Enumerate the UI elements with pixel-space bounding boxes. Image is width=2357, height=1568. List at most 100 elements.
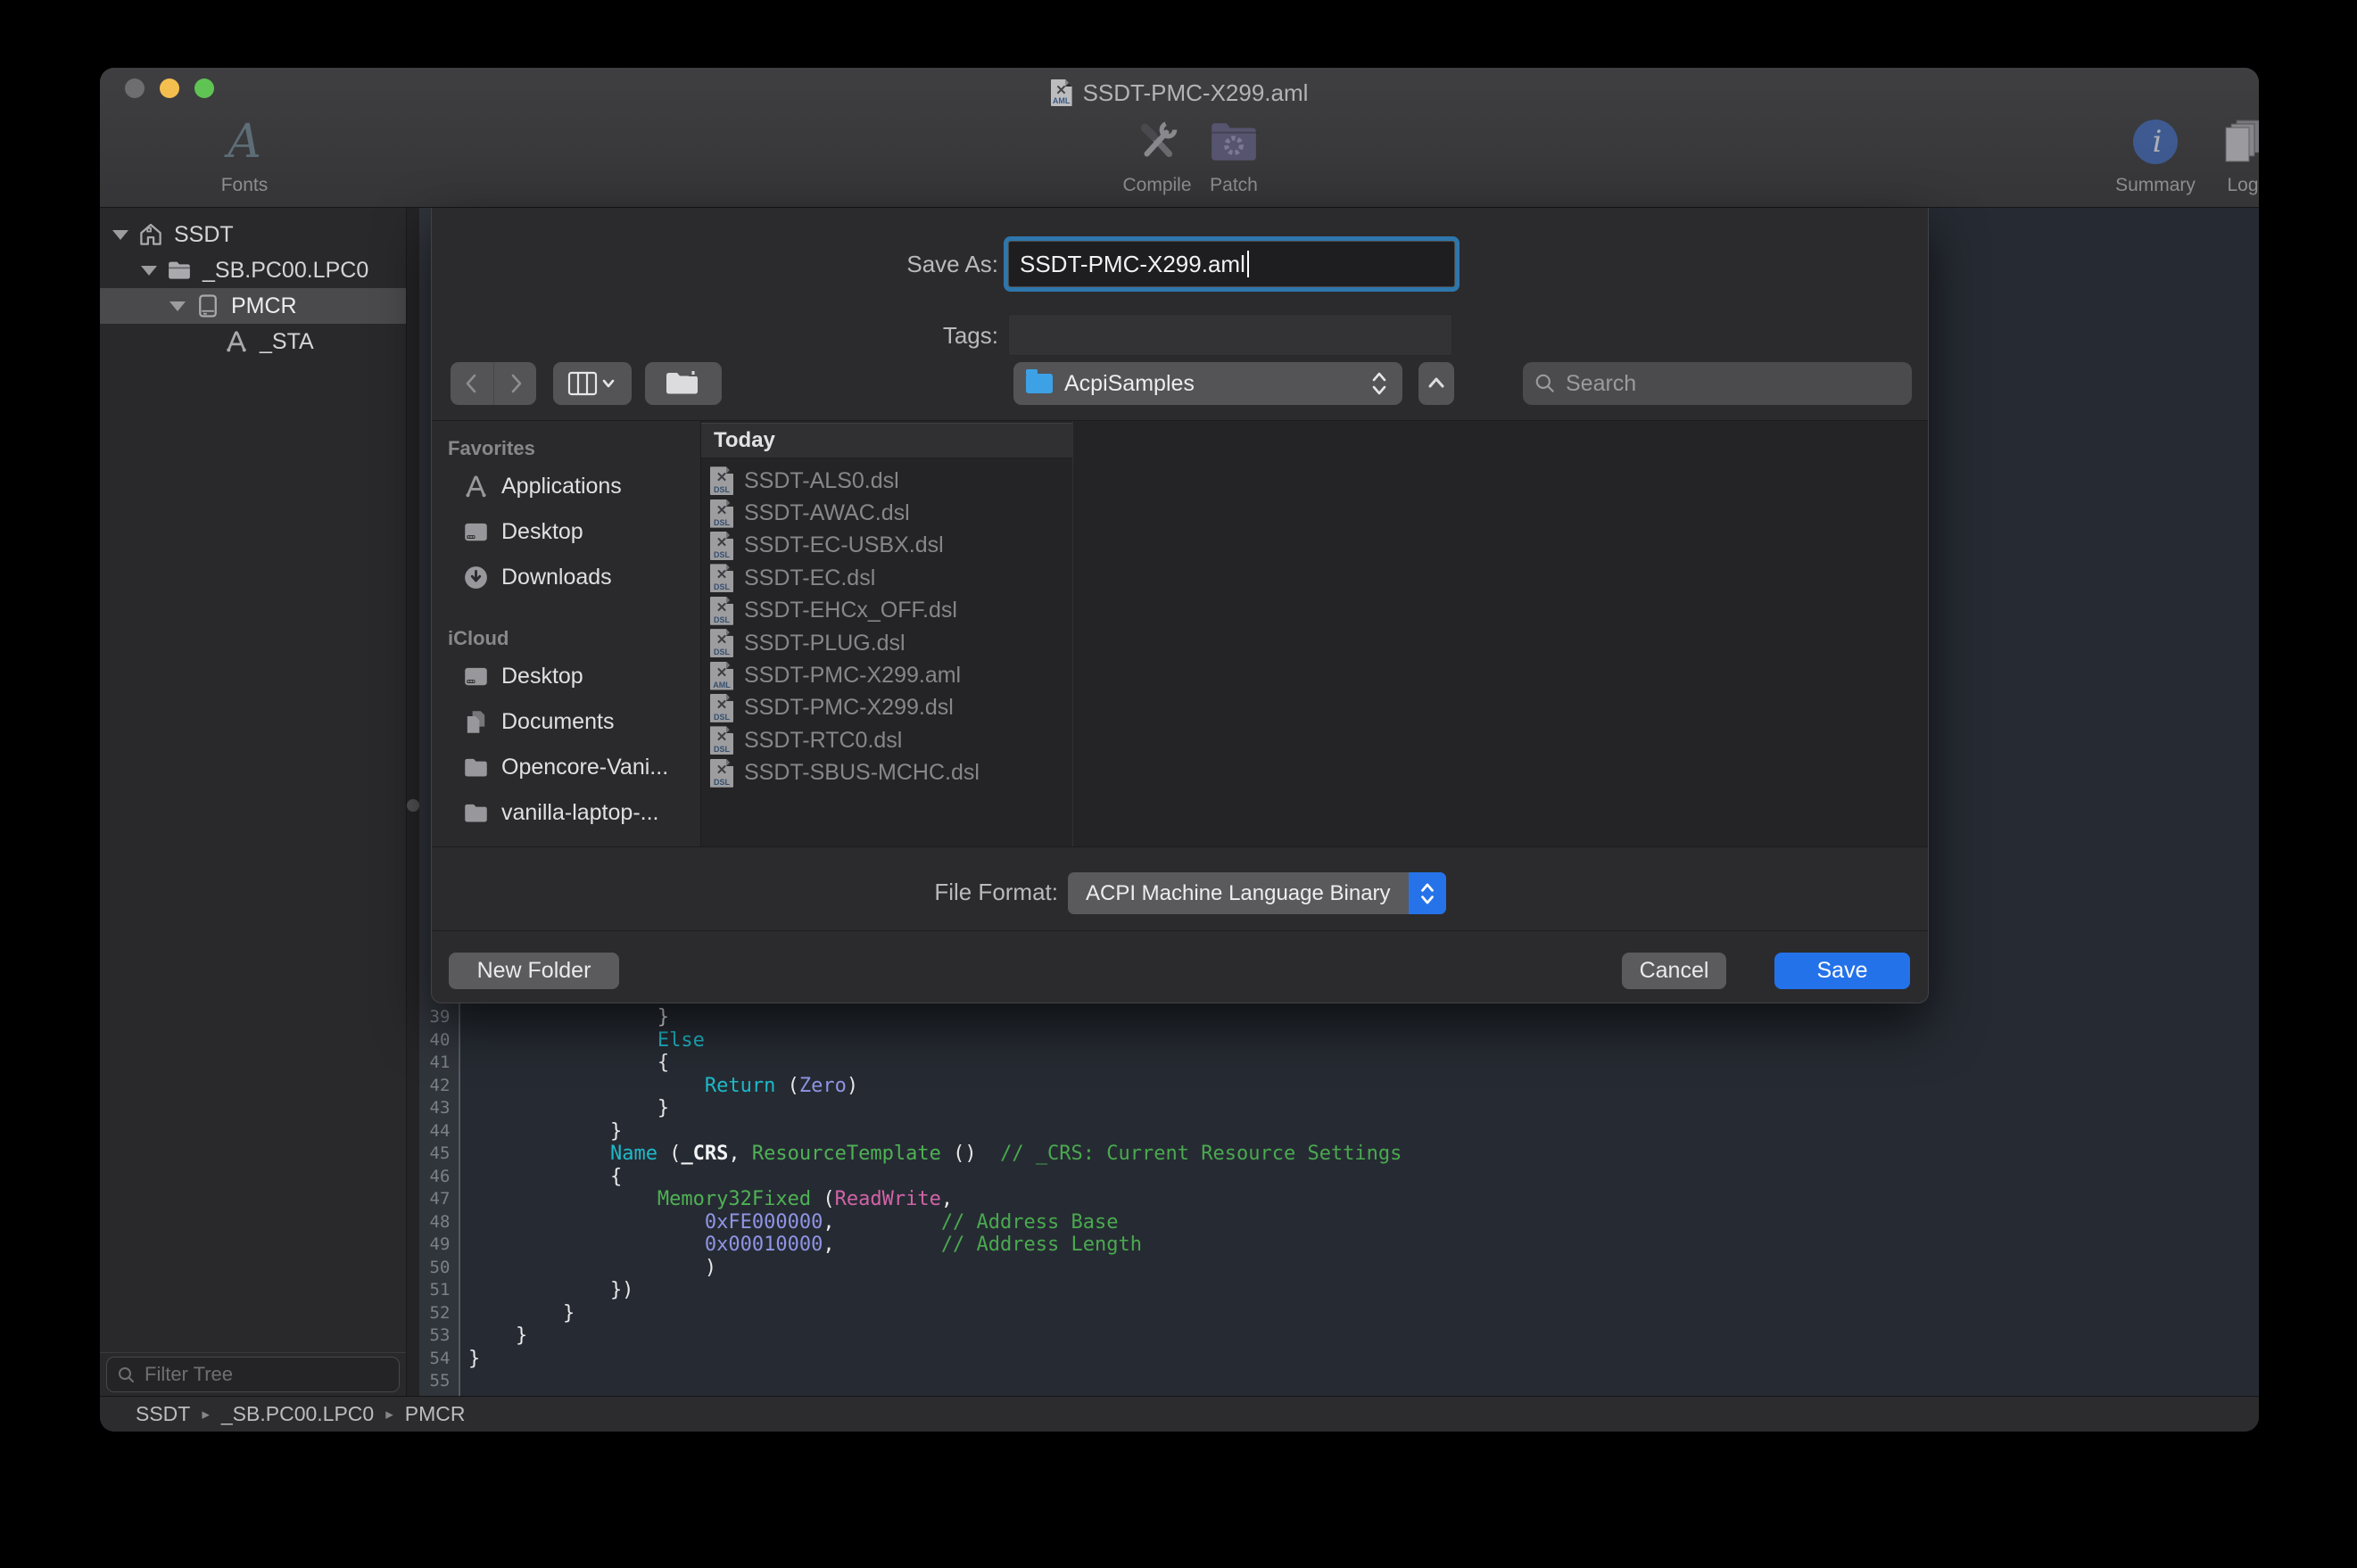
tags-label: Tags:: [731, 322, 998, 350]
view-mode-button[interactable]: [553, 362, 632, 405]
tree-item-label: _STA: [260, 329, 314, 355]
sidebar-item-label: Downloads: [501, 565, 612, 590]
tree-item[interactable]: SSDT: [100, 217, 406, 252]
save-sheet: Save As: SSDT-PMC-X299.aml Tags:: [431, 208, 1929, 1003]
file-icon: DSL: [710, 499, 733, 528]
file-row[interactable]: DSL SSDT-PMC-X299.dsl: [701, 692, 1072, 724]
sidebar-item[interactable]: Desktop: [432, 654, 700, 699]
tags-field[interactable]: [1008, 314, 1452, 356]
file-icon: DSL: [710, 532, 733, 560]
file-row[interactable]: DSL SSDT-AWAC.dsl: [701, 497, 1072, 529]
cancel-button[interactable]: Cancel: [1622, 953, 1726, 989]
sidebar-item-icon: [462, 799, 490, 827]
toolbar-item-print[interactable]: Print: [2237, 114, 2259, 196]
filter-tree-input[interactable]: [106, 1357, 400, 1392]
tree-item-icon: [137, 221, 164, 248]
code-line: 48 0xFE000000, // Address Base: [419, 1211, 2259, 1234]
chevrons-up-down-icon: [1418, 880, 1437, 907]
save-as-value: SSDT-PMC-X299.aml: [1020, 251, 1245, 278]
file-format-popup[interactable]: ACPI Machine Language Binary: [1068, 872, 1446, 914]
save-as-field[interactable]: SSDT-PMC-X299.aml: [1008, 241, 1455, 287]
breadcrumb-item[interactable]: _SB.PC00.LPC0: [190, 1402, 374, 1426]
document-proxy-icon: AML: [1051, 79, 1072, 106]
tree-item-icon: [194, 293, 221, 319]
code-line: 42 Return (Zero): [419, 1075, 2259, 1098]
sidebar-item[interactable]: Desktop: [432, 509, 700, 555]
sidebar-item-icon: [462, 518, 490, 546]
splitter-knob[interactable]: [407, 799, 419, 812]
chevron-left-icon: [459, 370, 484, 397]
tree-item-label: SSDT: [174, 222, 234, 248]
chevrons-up-down-icon: [1369, 369, 1390, 398]
toolbar-item-fonts[interactable]: A Fonts: [169, 114, 320, 196]
disclosure-triangle-icon[interactable]: [170, 301, 186, 311]
svg-text:i: i: [2153, 124, 2163, 160]
sidebar-item-label: Applications: [501, 474, 622, 499]
disclosure-triangle-icon[interactable]: [112, 230, 128, 240]
forward-button[interactable]: [493, 362, 536, 405]
chevron-right-icon: [503, 370, 528, 397]
location-popup[interactable]: AcpiSamples: [1013, 362, 1402, 405]
save-as-label: Save As:: [731, 251, 998, 278]
breadcrumb-item[interactable]: SSDT: [136, 1402, 190, 1426]
file-name: SSDT-PMC-X299.aml: [744, 663, 961, 689]
files-group-header: Today: [701, 423, 1072, 458]
tree-item[interactable]: _SB.PC00.LPC0: [100, 252, 406, 288]
toolbar-item-patch[interactable]: Patch: [1158, 114, 1310, 196]
file-row[interactable]: DSL SSDT-EHCx_OFF.dsl: [701, 595, 1072, 627]
new-folder-button[interactable]: New Folder: [449, 953, 619, 989]
sidebar-item[interactable]: vanilla-laptop-...: [432, 790, 700, 836]
tree-item-icon: [223, 328, 250, 355]
search-input[interactable]: [1566, 371, 1887, 397]
tree-item[interactable]: PMCR: [100, 288, 406, 324]
sidebar-item[interactable]: Opencore-Vani...: [432, 745, 700, 790]
file-row[interactable]: DSL SSDT-PLUG.dsl: [701, 627, 1072, 659]
new-folder-toolbar-button[interactable]: [645, 362, 722, 405]
code-line: 47 Memory32Fixed (ReadWrite,: [419, 1188, 2259, 1211]
save-button[interactable]: Save: [1774, 953, 1910, 989]
file-row[interactable]: DSL SSDT-ALS0.dsl: [701, 465, 1072, 497]
code-line: 49 0x00010000, // Address Length: [419, 1234, 2259, 1257]
file-row[interactable]: DSL SSDT-RTC0.dsl: [701, 724, 1072, 756]
file-list: DSL SSDT-ALS0.dsl DSL SSDT-AWAC.dsl: [701, 465, 1072, 789]
code-line: 46 {: [419, 1166, 2259, 1189]
search-field[interactable]: [1523, 362, 1912, 405]
columns-view-icon: [567, 369, 618, 398]
code-line: 39 }: [419, 1006, 2259, 1029]
sidebar-item[interactable]: Documents: [432, 699, 700, 745]
file-row[interactable]: AML SSDT-PMC-X299.aml: [701, 659, 1072, 691]
sidebar-item[interactable]: Downloads: [432, 555, 700, 600]
sidebar-item-icon: [462, 473, 490, 500]
file-icon: DSL: [710, 694, 733, 722]
code-line: 43 }: [419, 1097, 2259, 1120]
file-name: SSDT-EC-USBX.dsl: [744, 532, 944, 558]
file-row[interactable]: DSL SSDT-EC-USBX.dsl: [701, 530, 1072, 562]
breadcrumb-item[interactable]: PMCR: [374, 1402, 465, 1426]
file-icon: DSL: [710, 759, 733, 788]
code-line: 54}: [419, 1348, 2259, 1371]
file-name: SSDT-PMC-X299.dsl: [744, 695, 954, 721]
sidebar-item-label: Opencore-Vani...: [501, 755, 668, 780]
file-format-label: File Format:: [790, 879, 1058, 906]
code-line: 40 Else: [419, 1029, 2259, 1052]
code-line: 51 }): [419, 1279, 2259, 1302]
collapse-sheet-button[interactable]: [1418, 362, 1454, 405]
file-row[interactable]: DSL SSDT-SBUS-MCHC.dsl: [701, 757, 1072, 789]
sidebar-item[interactable]: Applications: [432, 464, 700, 509]
sidebar-item-icon: [462, 708, 490, 736]
tree-item-label: PMCR: [231, 293, 297, 319]
file-icon: DSL: [710, 597, 733, 625]
content-area: SSDT _SB.PC00.LPC0 PMCR: [100, 208, 2259, 1396]
acpi-tree: SSDT _SB.PC00.LPC0 PMCR: [100, 217, 406, 359]
back-button[interactable]: [451, 362, 493, 405]
fonts-icon: A: [227, 115, 261, 169]
code-line: 45 Name (_CRS, ResourceTemplate () // _C…: [419, 1143, 2259, 1166]
code-line: 52 }: [419, 1302, 2259, 1325]
sheet-divider: [432, 930, 1928, 931]
tree-item[interactable]: _STA: [100, 324, 406, 359]
text-caret: [1247, 251, 1249, 277]
disclosure-triangle-icon[interactable]: [141, 266, 157, 276]
window-title: SSDT-PMC-X299.aml: [1083, 79, 1309, 107]
file-row[interactable]: DSL SSDT-EC.dsl: [701, 562, 1072, 594]
pane-splitter[interactable]: [407, 208, 419, 1396]
